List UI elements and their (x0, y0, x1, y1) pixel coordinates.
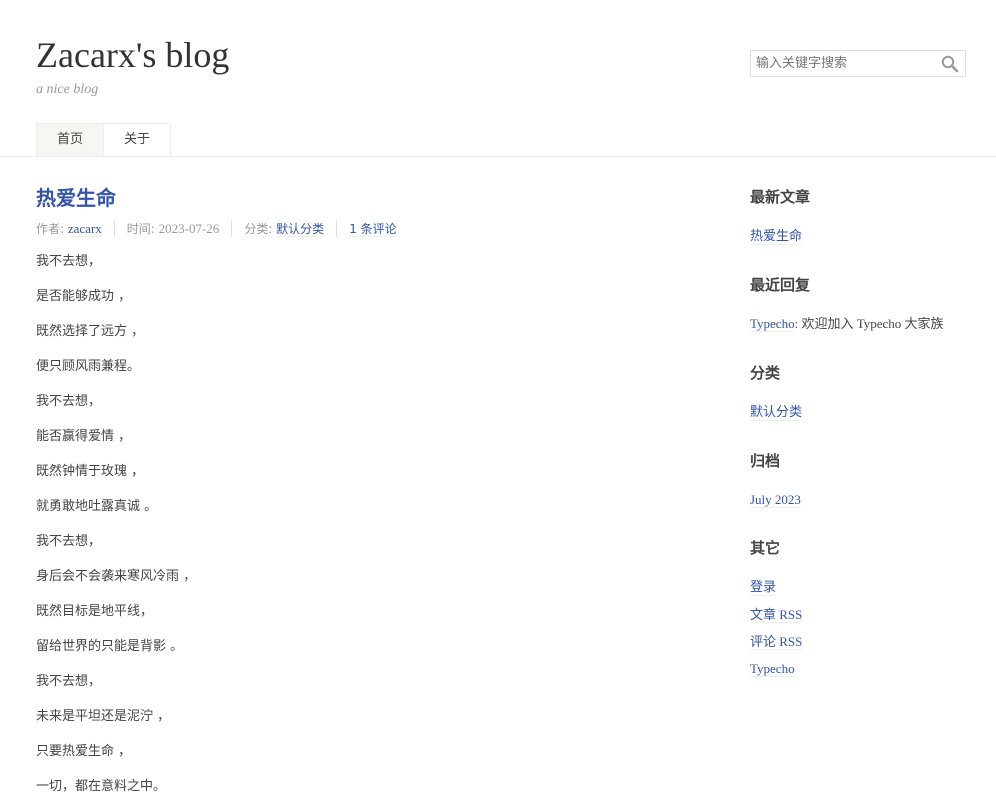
poem-line: 未来是平坦还是泥泞 ， (36, 709, 171, 724)
typecho-link[interactable]: Typecho (750, 661, 795, 677)
comments-rss-link[interactable]: 评论 RSS (750, 634, 803, 650)
post-title[interactable]: 热爱生命 (36, 184, 676, 212)
recent-comments-list: Typecho: 欢迎加入 Typecho 大家族 (750, 310, 980, 337)
search-input[interactable] (751, 51, 936, 76)
poem-line: 便只顾风雨兼程。 (36, 359, 141, 374)
widget-other: 其它 登录 文章 RSS 评论 RSS Typecho (750, 535, 980, 682)
widget-categories: 分类 默认分类 (750, 360, 980, 448)
list-item: July 2023 (750, 486, 980, 513)
list-item: 默认分类 (750, 398, 980, 426)
post-author: 作者: zacarx (36, 221, 114, 237)
site-title[interactable]: Zacarx's blog (36, 33, 229, 77)
post-comments: 1 条评论 (336, 221, 408, 237)
comments-link[interactable]: 1 条评论 (349, 222, 397, 237)
comment-author-link[interactable]: Typecho (750, 316, 795, 332)
main-content: 热爱生命 作者: zacarx 时间: 2023-07-26 分类: 默认分类 … (36, 184, 676, 804)
poem-line: 身后会不会袭来寒风冷雨 ， (36, 569, 197, 584)
poem-line: 能否赢得爱情 ， (36, 429, 132, 444)
widget-archives: 归档 July 2023 (750, 448, 980, 535)
other-list: 登录 文章 RSS 评论 RSS Typecho (750, 573, 980, 682)
list-item: Typecho (750, 655, 980, 682)
site-description: a nice blog (36, 82, 99, 97)
poem-line: 留给世界的只能是背影 。 (36, 639, 184, 654)
widget-title: 分类 (750, 364, 781, 382)
search-form (750, 50, 966, 77)
recent-posts-list: 热爱生命 (750, 222, 980, 250)
poem-line: 我不去想， (36, 534, 102, 549)
nav-item-home[interactable]: 首页 (36, 123, 105, 156)
main-nav: 首页 关于 (36, 123, 172, 156)
category-label: 分类: (244, 222, 277, 236)
site-header: Zacarx's blog a nice blog 首页 关于 (0, 0, 996, 157)
poem-line: 既然选择了远方 ， (36, 324, 145, 339)
post-content: 我不去想， 是否能够成功 ， 既然选择了远方 ， 便只顾风雨兼程。 我不去想， … (36, 244, 676, 804)
comment-excerpt: : 欢迎加入 Typecho 大家族 (794, 316, 944, 331)
post-meta: 作者: zacarx 时间: 2023-07-26 分类: 默认分类 1 条评论 (36, 220, 676, 238)
list-item: 热爱生命 (750, 222, 980, 250)
archives-list: July 2023 (750, 486, 980, 513)
categories-list: 默认分类 (750, 398, 980, 426)
widget-title: 最近回复 (750, 276, 811, 294)
list-item: Typecho: 欢迎加入 Typecho 大家族 (750, 310, 980, 337)
author-link[interactable]: zacarx (67, 221, 102, 237)
poem-line: 我不去想， (36, 674, 102, 689)
archive-link[interactable]: July 2023 (750, 492, 801, 508)
widget-title: 其它 (750, 539, 781, 557)
poem-line: 既然钟情于玫瑰 ， (36, 464, 145, 479)
sidebar: 最新文章 热爱生命 最近回复 Typecho: 欢迎加入 Typecho 大家族… (750, 184, 980, 682)
list-item: 文章 RSS (750, 601, 980, 628)
widget-recent-comments: 最近回复 Typecho: 欢迎加入 Typecho 大家族 (750, 272, 980, 360)
poem-line: 我不去想， (36, 254, 102, 269)
list-item: 评论 RSS (750, 628, 980, 655)
poem-line: 我不去想， (36, 394, 102, 409)
widget-recent-posts: 最新文章 热爱生命 (750, 184, 980, 272)
poem-line: 既然目标是地平线， (36, 604, 154, 619)
widget-title: 最新文章 (750, 188, 811, 206)
posts-rss-link[interactable]: 文章 RSS (750, 607, 803, 623)
recent-post-link[interactable]: 热爱生命 (750, 229, 803, 245)
nav-item-about[interactable]: 关于 (103, 123, 172, 156)
category-link[interactable]: 默认分类 (750, 405, 803, 421)
poem-line: 是否能够成功 ， (36, 289, 132, 304)
post-category: 分类: 默认分类 (231, 221, 336, 237)
time-value: 2023-07-26 (158, 221, 220, 236)
time-label: 时间: (126, 222, 159, 236)
post-time: 时间: 2023-07-26 (113, 221, 232, 237)
category-link[interactable]: 默认分类 (276, 222, 325, 237)
poem-line: 一切，都在意料之中。 (36, 779, 167, 794)
search-icon[interactable] (941, 55, 959, 73)
post: 热爱生命 作者: zacarx 时间: 2023-07-26 分类: 默认分类 … (36, 184, 676, 804)
login-link[interactable]: 登录 (750, 580, 777, 596)
widget-title: 归档 (750, 452, 781, 470)
poem-line: 就勇敢地吐露真诚 。 (36, 499, 158, 514)
list-item: 登录 (750, 573, 980, 601)
poem-line: 只要热爱生命 ， (36, 744, 132, 759)
author-label: 作者: (36, 222, 68, 236)
